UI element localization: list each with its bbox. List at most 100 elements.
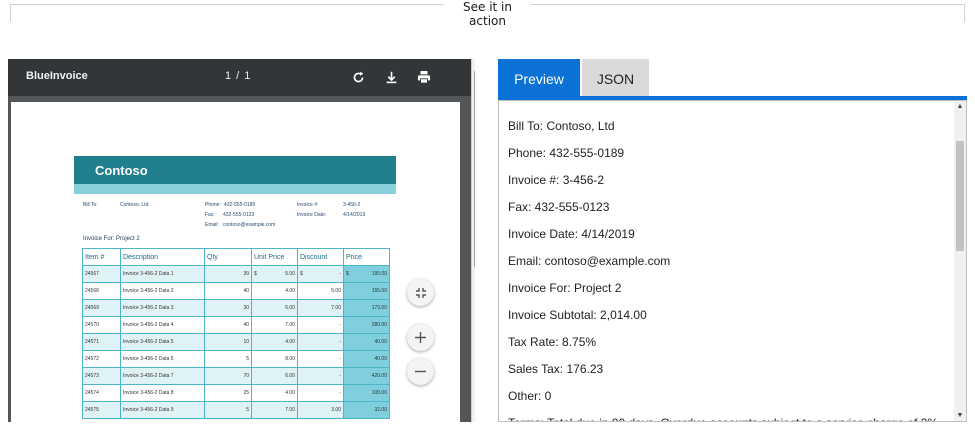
cell-qty: 5 bbox=[204, 350, 252, 368]
preview-line: Phone: 432-555-0189 bbox=[508, 146, 625, 160]
cell-description: Invoice 3-456-2 Data 2 bbox=[120, 282, 205, 300]
table-row: 24567 Invoice 3-456-2 Data 1 39 $5.00 $ - $195… bbox=[82, 265, 390, 283]
col-price: Price bbox=[343, 248, 390, 266]
cell-value: 155.00 bbox=[371, 288, 387, 294]
cell-unit-price: 4.00 bbox=[251, 384, 298, 402]
pdf-viewer: BlueInvoice 1 / 1 Contoso Bill To: Conto… bbox=[8, 59, 475, 422]
cell-price: 173.00 bbox=[343, 299, 390, 317]
zoom-in-icon[interactable] bbox=[407, 324, 434, 351]
cell-value: 280.00 bbox=[371, 322, 387, 328]
cell-item: 24575 bbox=[82, 401, 121, 419]
zoom-out-icon[interactable] bbox=[407, 358, 434, 385]
cell-qty: 70 bbox=[204, 367, 252, 385]
preview-panel: Bill To: Contoso, Ltd Phone: 432-555-0189… bbox=[498, 100, 967, 422]
table-row: 24569 Invoice 3-456-2 Data 3 30 6.00 7.00 173… bbox=[82, 299, 390, 317]
preview-line: Terms: Total due in 90 days. Overdue acc… bbox=[508, 416, 938, 421]
cell-price: 280.00 bbox=[343, 316, 390, 334]
output-tabs: Preview JSON bbox=[498, 59, 967, 98]
fax-label: Fax: bbox=[205, 212, 215, 218]
cell-unit-price: 8.00 bbox=[251, 350, 298, 368]
table-row: 24574 Invoice 3-456-2 Data 8 25 4.00 - 100.00 bbox=[82, 384, 390, 402]
cell-value: 5.00 bbox=[331, 288, 341, 294]
cell-qty: 40 bbox=[204, 282, 252, 300]
cell-value: 3.00 bbox=[331, 407, 341, 413]
bill-to-value: Contoso, Ltd bbox=[120, 202, 149, 208]
scroll-down-icon[interactable]: ▼ bbox=[955, 412, 965, 419]
viewer-scrollbar[interactable]: ▲ ▼ bbox=[471, 59, 475, 422]
cell-discount: 3.00 bbox=[297, 401, 344, 419]
invoice-for: Invoice For: Project 2 bbox=[83, 236, 140, 242]
invoice-number-label: Invoice #: bbox=[297, 202, 319, 208]
cell-value: - bbox=[339, 322, 341, 328]
bill-to-label: Bill To: bbox=[83, 202, 98, 208]
cell-discount: - bbox=[297, 350, 344, 368]
table-row: 24575 Invoice 3-456-2 Data 9 5 7.00 3.00 32.0… bbox=[82, 401, 390, 419]
col-unit-price: Unit Price bbox=[251, 248, 298, 266]
cell-description: Invoice 3-456-2 Data 7 bbox=[120, 367, 205, 385]
cell-unit-price: 4.00 bbox=[251, 333, 298, 351]
scroll-down-icon[interactable]: ▼ bbox=[473, 410, 475, 420]
cell-value: 100.00 bbox=[371, 390, 387, 396]
cell-unit-price: 6.00 bbox=[251, 299, 298, 317]
invoice-table-header: Item # Description Qty Unit Price Discou… bbox=[82, 248, 390, 266]
tab-preview[interactable]: Preview bbox=[498, 59, 580, 98]
table-row: 24573 Invoice 3-456-2 Data 7 70 6.00 - 420.00 bbox=[82, 367, 390, 385]
table-row: 24572 Invoice 3-456-2 Data 6 5 8.00 - 40.00 bbox=[82, 350, 390, 368]
scroll-up-icon[interactable]: ▲ bbox=[955, 103, 965, 110]
cell-price: 420.00 bbox=[343, 367, 390, 385]
currency-symbol: $ bbox=[346, 271, 349, 277]
cell-value: - bbox=[339, 356, 341, 362]
cell-unit-price: 4.00 bbox=[251, 282, 298, 300]
cell-value: 7.00 bbox=[285, 322, 295, 328]
cell-value: 40.00 bbox=[374, 339, 387, 345]
scrollbar-thumb[interactable] bbox=[956, 141, 964, 251]
tab-json[interactable]: JSON bbox=[582, 59, 649, 98]
preview-line: Invoice Subtotal: 2,014.00 bbox=[508, 308, 647, 322]
phone-label: Phone: bbox=[205, 202, 221, 208]
cell-description: Invoice 3-456-2 Data 8 bbox=[120, 384, 205, 402]
cell-price: 40.00 bbox=[343, 350, 390, 368]
scroll-up-icon[interactable]: ▲ bbox=[473, 61, 475, 71]
header-rule-left bbox=[10, 4, 444, 5]
preview-line: Email: contoso@example.com bbox=[508, 254, 671, 268]
cell-price: 155.00 bbox=[343, 282, 390, 300]
cell-qty: 10 bbox=[204, 333, 252, 351]
table-row: 24571 Invoice 3-456-2 Data 5 10 4.00 - 40.00 bbox=[82, 333, 390, 351]
cell-price: $195.00 bbox=[343, 265, 390, 283]
cell-description: Invoice 3-456-2 Data 5 bbox=[120, 333, 205, 351]
cell-unit-price: 7.00 bbox=[251, 401, 298, 419]
cell-item: 24567 bbox=[82, 265, 121, 283]
cell-discount: $ - bbox=[297, 265, 344, 283]
cell-item: 24568 bbox=[82, 282, 121, 300]
preview-line: Invoice Date: 4/14/2019 bbox=[508, 227, 635, 241]
currency-symbol: $ bbox=[254, 271, 257, 277]
cell-description: Invoice 3-456-2 Data 3 bbox=[120, 299, 205, 317]
company-banner-accent bbox=[74, 184, 396, 194]
rotate-icon[interactable] bbox=[348, 67, 368, 87]
cell-value: 195.00 bbox=[371, 271, 387, 277]
cell-qty: 39 bbox=[204, 265, 252, 283]
cell-discount: 5.00 bbox=[297, 282, 344, 300]
download-icon[interactable] bbox=[381, 67, 401, 87]
fit-icon[interactable] bbox=[407, 279, 434, 306]
cell-qty: 30 bbox=[204, 299, 252, 317]
fax-value: 432-555-0123 bbox=[223, 212, 255, 218]
preview-scrollbar[interactable]: ▲ ▼ bbox=[954, 101, 966, 421]
invoice-date-value: 4/14/2019 bbox=[343, 212, 366, 218]
cell-item: 24571 bbox=[82, 333, 121, 351]
cell-description: Invoice 3-456-2 Data 9 bbox=[120, 401, 205, 419]
cell-discount: - bbox=[297, 316, 344, 334]
cell-value: 8.00 bbox=[285, 356, 295, 362]
print-icon[interactable] bbox=[414, 67, 434, 87]
scrollbar-thumb[interactable] bbox=[474, 71, 475, 267]
viewer-toolbar: BlueInvoice 1 / 1 bbox=[8, 59, 471, 96]
header-rule-right bbox=[531, 4, 965, 5]
cell-value: - bbox=[339, 373, 341, 379]
cell-qty: 5 bbox=[204, 401, 252, 419]
cell-discount: - bbox=[297, 384, 344, 402]
preview-line: Bill To: Contoso, Ltd bbox=[508, 119, 615, 133]
cell-unit-price: $5.00 bbox=[251, 265, 298, 283]
table-row: 24568 Invoice 3-456-2 Data 2 40 4.00 5.00 155… bbox=[82, 282, 390, 300]
cell-value: - bbox=[339, 271, 341, 277]
preview-line: Fax: 432-555-0123 bbox=[508, 200, 610, 214]
